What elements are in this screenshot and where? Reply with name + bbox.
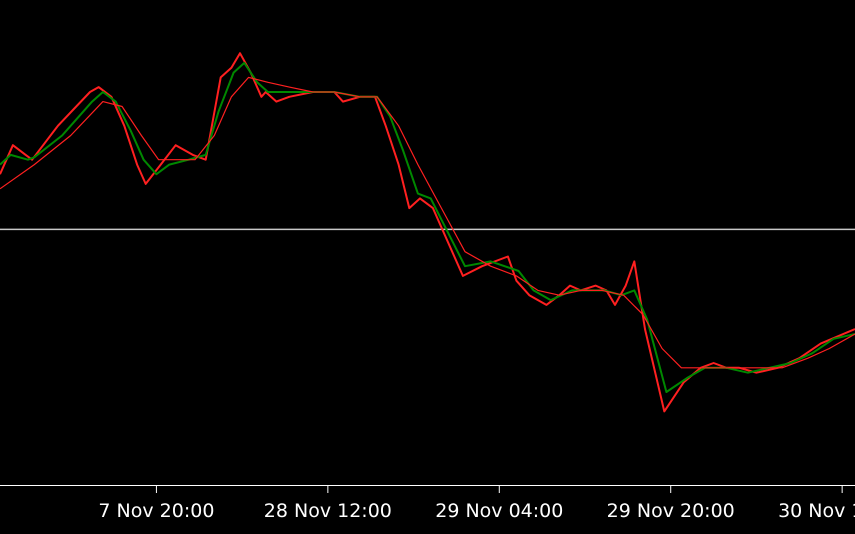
price-chart: 7 Nov 20:00 28 Nov 12:00 29 Nov 04:00 29 No…: [0, 0, 855, 534]
x-tick-label: 7 Nov 20:00: [98, 500, 214, 522]
chart-background: [0, 0, 855, 534]
x-tick-label: 28 Nov 12:00: [264, 500, 392, 522]
x-tick-label: 29 Nov 04:00: [435, 500, 563, 522]
x-tick-label: 29 Nov 20:00: [607, 500, 735, 522]
x-tick-label: 30 Nov 12:00: [778, 500, 855, 522]
